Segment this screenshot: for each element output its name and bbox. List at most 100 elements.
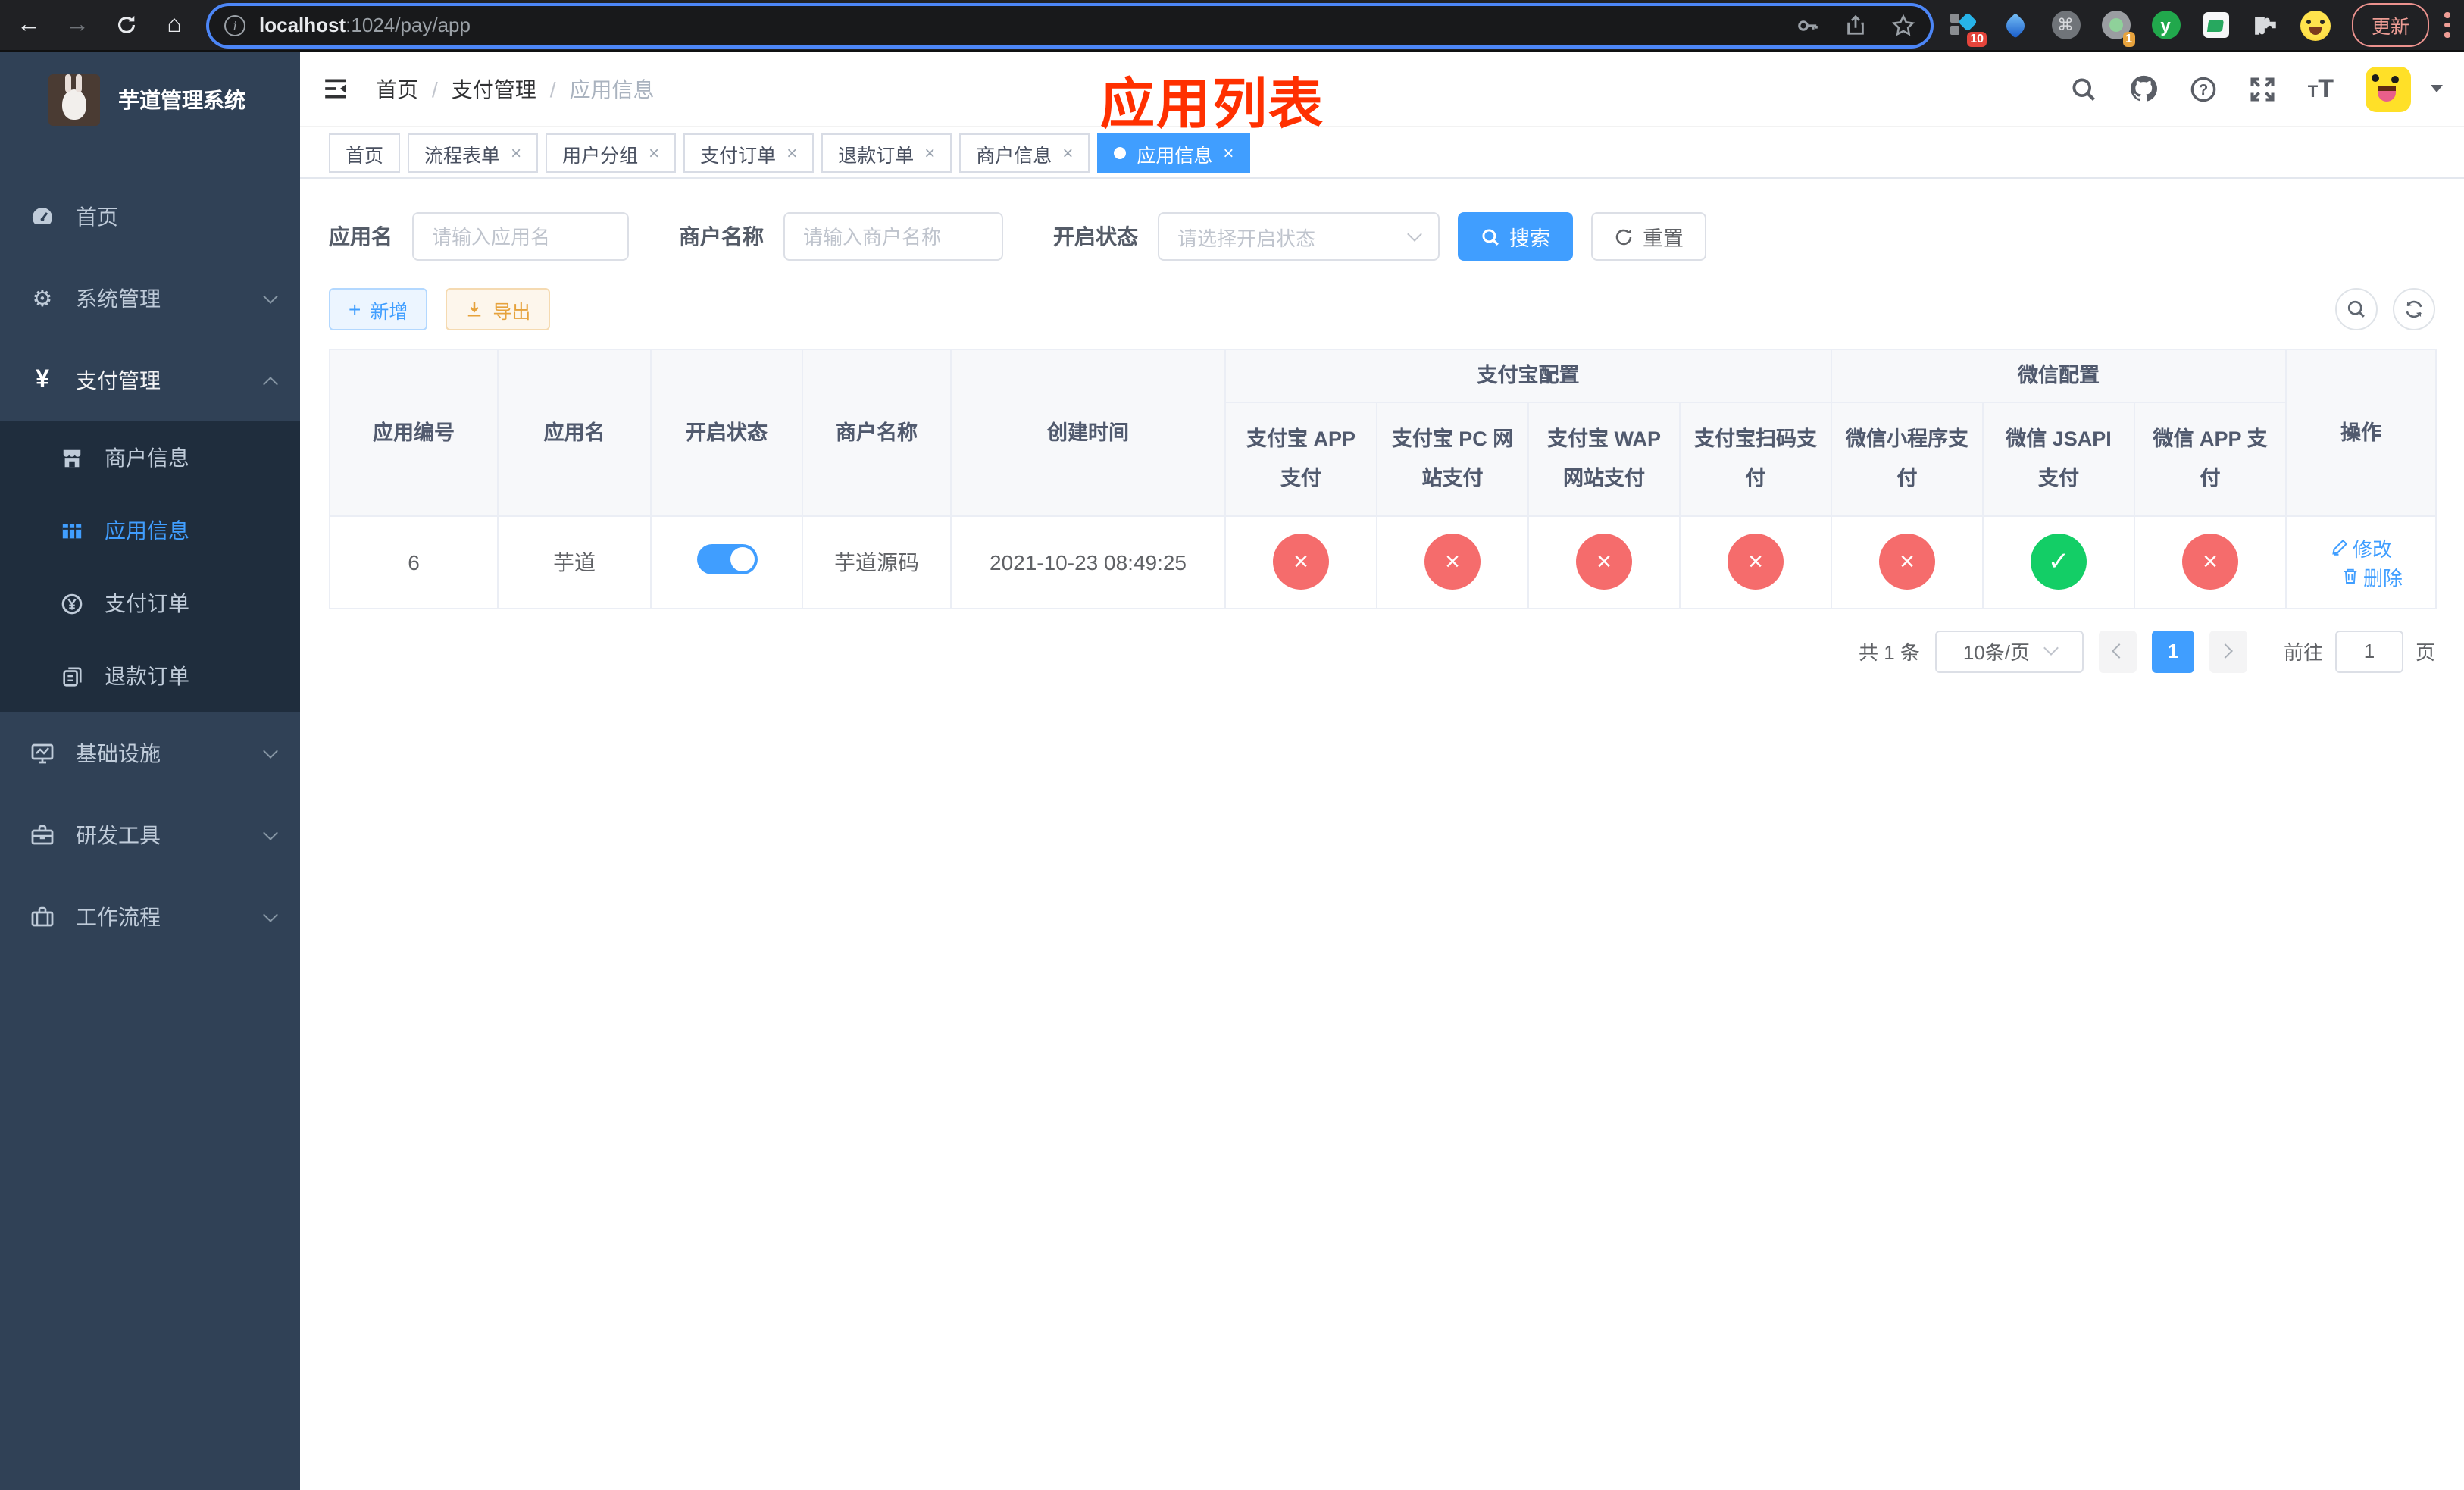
- bookmark-star-icon[interactable]: [1891, 13, 1915, 37]
- col-wechat-mini: 微信小程序支付: [1831, 401, 1984, 517]
- url-text[interactable]: localhost:1024/pay/app: [259, 14, 1771, 36]
- documents-icon: [61, 665, 83, 687]
- github-icon[interactable]: [2129, 74, 2158, 103]
- sidebar-item-system[interactable]: ⚙ 系统管理: [0, 258, 300, 340]
- tab-home[interactable]: 首页: [329, 133, 401, 173]
- share-icon[interactable]: [1844, 14, 1867, 36]
- sidebar-item-home[interactable]: 首页: [0, 176, 300, 258]
- sidebar-item-refund-orders[interactable]: 退款订单: [0, 640, 300, 712]
- extensions-puzzle-icon[interactable]: [2250, 10, 2281, 40]
- close-icon[interactable]: ×: [511, 142, 521, 164]
- goto-unit: 页: [2415, 641, 2435, 665]
- extension-recorder-icon[interactable]: 1: [2100, 10, 2135, 46]
- sidebar-item-workflow[interactable]: 工作流程: [0, 876, 300, 958]
- page-size-select[interactable]: 10条/页: [1934, 630, 2084, 673]
- tab-refund-orders[interactable]: 退款订单 ×: [821, 133, 952, 173]
- extension-chat-icon[interactable]: [2200, 10, 2231, 40]
- browser-home-icon[interactable]: ⌂: [155, 5, 194, 45]
- tab-user-group[interactable]: 用户分组 ×: [546, 133, 677, 173]
- search-icon[interactable]: [2070, 75, 2097, 102]
- app-name-input[interactable]: [412, 212, 629, 261]
- prev-page-button[interactable]: [2098, 630, 2137, 673]
- close-icon[interactable]: ×: [786, 142, 797, 164]
- col-wechat-jsapi: 微信 JSAPI 支付: [1982, 401, 2135, 517]
- site-info-icon[interactable]: i: [224, 14, 245, 36]
- url-bar[interactable]: i localhost:1024/pay/app: [209, 5, 1931, 45]
- tab-pay-orders[interactable]: 支付订单 ×: [683, 133, 815, 173]
- toolbox-icon: [30, 823, 55, 847]
- close-icon[interactable]: ×: [649, 142, 659, 164]
- refresh-button[interactable]: [2393, 288, 2435, 330]
- status-icon-wechat-mini: ×: [1879, 534, 1935, 590]
- cell-app-name: 芋道: [497, 515, 652, 609]
- sidebar-item-infrastructure[interactable]: 基础设施: [0, 712, 300, 794]
- browser-chrome: ← → ⌂ i localhost:1024/pay/app 10 ⌘ 1 y …: [0, 0, 2464, 52]
- sidebar-item-dev-tools[interactable]: 研发工具: [0, 794, 300, 876]
- password-key-icon[interactable]: [1796, 13, 1820, 37]
- status-icon-alipay-wap: ×: [1576, 534, 1632, 590]
- chevron-down-icon: [263, 825, 278, 840]
- extension-blocks-icon[interactable]: 10: [1950, 10, 1987, 46]
- next-page-button[interactable]: [2209, 630, 2247, 673]
- browser-menu-icon[interactable]: [2444, 12, 2450, 38]
- tab-process-form[interactable]: 流程表单 ×: [408, 133, 539, 173]
- grid-icon: [61, 519, 83, 542]
- delete-link[interactable]: 删除: [2340, 562, 2403, 590]
- extension-command-icon[interactable]: ⌘: [2050, 10, 2081, 40]
- close-icon[interactable]: ×: [1223, 142, 1234, 164]
- avatar-caret-icon[interactable]: [2431, 85, 2443, 92]
- extension-kite-icon[interactable]: [2000, 10, 2031, 40]
- enabled-toggle[interactable]: [696, 544, 757, 575]
- status-select[interactable]: 请选择开启状态: [1158, 212, 1440, 261]
- sidebar-item-label: 支付管理: [76, 368, 161, 393]
- page-annotation: 应用列表: [1099, 73, 1324, 135]
- sidebar-item-label: 工作流程: [76, 905, 161, 929]
- sidebar-item-app-info[interactable]: 应用信息: [0, 494, 300, 567]
- col-alipay-qr: 支付宝扫码支付: [1679, 401, 1832, 517]
- extension-y-icon[interactable]: y: [2150, 10, 2181, 40]
- breadcrumb-payment[interactable]: 支付管理: [452, 74, 536, 104]
- font-size-icon[interactable]: TT: [2308, 74, 2334, 104]
- chevron-down-icon: [263, 289, 278, 304]
- app-logo: [48, 74, 100, 126]
- total-count: 共 1 条: [1859, 641, 1920, 665]
- yen-circle-icon: [61, 592, 83, 615]
- gear-icon: ⚙: [32, 286, 53, 312]
- toggle-search-button[interactable]: [2335, 288, 2378, 330]
- add-button[interactable]: + 新增: [329, 288, 428, 330]
- browser-reload-icon[interactable]: [106, 5, 145, 45]
- goto-label: 前往: [2283, 641, 2323, 665]
- search-button[interactable]: 搜索: [1458, 212, 1573, 261]
- main-area: 首页 / 支付管理 / 应用信息 应用列表 ? T T 首页 流程表单 × 用户…: [300, 52, 2464, 1490]
- sidebar-fold-icon[interactable]: [323, 76, 349, 102]
- store-icon: [61, 446, 83, 469]
- sidebar-item-pay-orders[interactable]: 支付订单: [0, 567, 300, 640]
- extension-badge-count: 10: [1967, 31, 1987, 46]
- breadcrumb-home[interactable]: 首页: [376, 74, 418, 104]
- browser-profile-avatar[interactable]: [2300, 10, 2331, 40]
- app-name-label: 应用名: [329, 224, 392, 249]
- close-icon[interactable]: ×: [1062, 142, 1073, 164]
- help-icon[interactable]: ?: [2190, 75, 2217, 102]
- browser-forward-icon[interactable]: →: [58, 5, 97, 45]
- goto-page-input[interactable]: [2334, 630, 2403, 673]
- merchant-name-label: 商户名称: [679, 224, 764, 249]
- reset-button[interactable]: 重置: [1591, 212, 1706, 261]
- fullscreen-icon[interactable]: [2249, 75, 2276, 102]
- merchant-name-input[interactable]: [783, 212, 1003, 261]
- user-avatar[interactable]: [2366, 66, 2411, 111]
- page-content: 应用名 商户名称 开启状态 请选择开启状态 搜索 重置: [300, 179, 2464, 673]
- export-button[interactable]: 导出: [446, 288, 551, 330]
- close-icon[interactable]: ×: [924, 142, 935, 164]
- current-page[interactable]: 1: [2151, 630, 2194, 673]
- cell-app-id: 6: [329, 515, 499, 609]
- pagination: 共 1 条 10条/页 1 前往 页: [329, 630, 2435, 673]
- sidebar-item-payment[interactable]: ¥ 支付管理: [0, 340, 300, 421]
- sidebar-item-merchant-info[interactable]: 商户信息: [0, 421, 300, 494]
- app-logo-row[interactable]: 芋道管理系统: [0, 52, 300, 149]
- breadcrumb-current: 应用信息: [569, 77, 655, 101]
- browser-back-icon[interactable]: ←: [9, 5, 48, 45]
- edit-link[interactable]: 修改: [2330, 533, 2392, 562]
- browser-update-button[interactable]: 更新: [2352, 3, 2430, 47]
- sidebar-item-label: 系统管理: [76, 286, 161, 311]
